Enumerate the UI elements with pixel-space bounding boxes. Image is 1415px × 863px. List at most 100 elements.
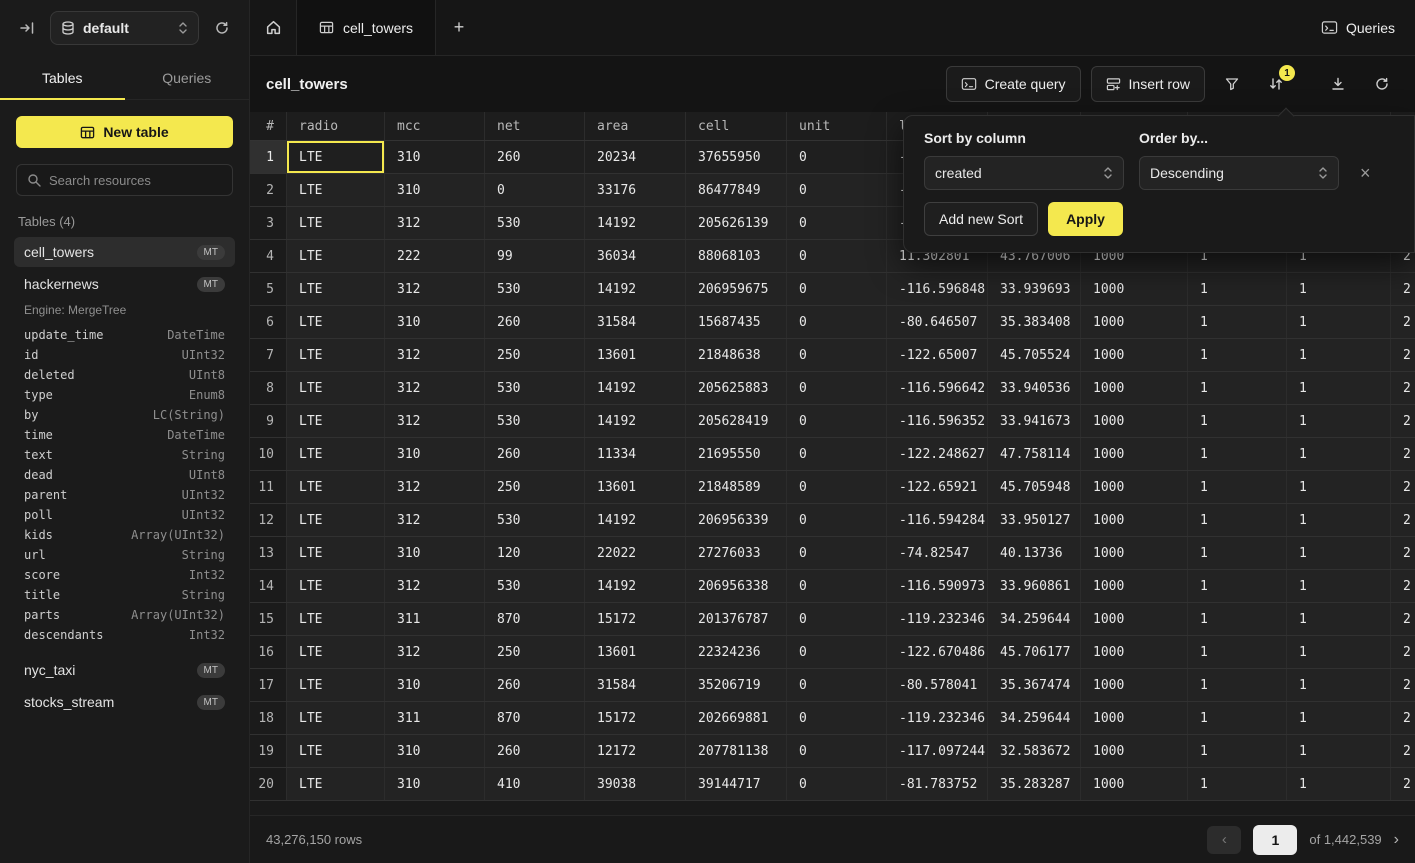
table-cell[interactable]: 206956338 bbox=[686, 570, 787, 602]
table-cell[interactable]: 2 bbox=[1391, 273, 1415, 305]
table-cell[interactable]: 33176 bbox=[585, 174, 686, 206]
table-cell[interactable]: 2 bbox=[1391, 405, 1415, 437]
table-cell[interactable]: 310 bbox=[385, 174, 485, 206]
table-cell[interactable]: 1000 bbox=[1081, 339, 1188, 371]
table-cell[interactable]: 34.259644 bbox=[988, 603, 1081, 635]
next-page-button[interactable]: › bbox=[1394, 831, 1399, 849]
table-cell[interactable]: 1 bbox=[1287, 702, 1391, 734]
table-cell[interactable]: 1 bbox=[1188, 570, 1287, 602]
table-cell[interactable]: 35.283287 bbox=[988, 768, 1081, 800]
table-cell[interactable]: 0 bbox=[787, 273, 887, 305]
table-cell[interactable]: 1000 bbox=[1081, 669, 1188, 701]
table-cell[interactable]: 14192 bbox=[585, 504, 686, 536]
table-cell[interactable]: 1 bbox=[1287, 768, 1391, 800]
table-cell[interactable]: 11334 bbox=[585, 438, 686, 470]
table-cell[interactable]: 0 bbox=[787, 471, 887, 503]
table-cell[interactable]: 312 bbox=[385, 273, 485, 305]
table-cell[interactable]: 1 bbox=[1188, 438, 1287, 470]
table-cell[interactable]: 222 bbox=[385, 240, 485, 272]
table-cell[interactable]: 120 bbox=[485, 537, 585, 569]
sidebar-table-item[interactable]: cell_towersMT bbox=[14, 237, 235, 267]
table-cell[interactable]: 530 bbox=[485, 570, 585, 602]
table-cell[interactable]: LTE bbox=[287, 438, 385, 470]
queries-button[interactable]: Queries bbox=[1321, 20, 1395, 36]
table-cell[interactable]: 1 bbox=[1188, 768, 1287, 800]
table-cell[interactable]: 1000 bbox=[1081, 570, 1188, 602]
table-cell[interactable]: 21848638 bbox=[686, 339, 787, 371]
table-cell[interactable]: 202669881 bbox=[686, 702, 787, 734]
table-cell[interactable]: LTE bbox=[287, 636, 385, 668]
table-cell[interactable]: 35206719 bbox=[686, 669, 787, 701]
table-cell[interactable]: 36034 bbox=[585, 240, 686, 272]
table-cell[interactable]: 310 bbox=[385, 306, 485, 338]
table-cell[interactable]: 0 bbox=[787, 339, 887, 371]
table-cell[interactable]: 310 bbox=[385, 438, 485, 470]
table-cell[interactable]: 530 bbox=[485, 372, 585, 404]
table-cell[interactable]: 250 bbox=[485, 339, 585, 371]
table-cell[interactable]: 260 bbox=[485, 669, 585, 701]
column-header-net[interactable]: net bbox=[485, 112, 585, 140]
table-cell[interactable]: 47.758114 bbox=[988, 438, 1081, 470]
table-cell[interactable]: -122.248627 bbox=[887, 438, 988, 470]
table-cell[interactable]: 14192 bbox=[585, 405, 686, 437]
table-cell[interactable]: 0 bbox=[787, 306, 887, 338]
column-header-cell[interactable]: cell bbox=[686, 112, 787, 140]
table-cell[interactable]: 0 bbox=[787, 372, 887, 404]
table-cell[interactable]: 15172 bbox=[585, 603, 686, 635]
table-cell[interactable]: 0 bbox=[787, 207, 887, 239]
table-cell[interactable]: LTE bbox=[287, 570, 385, 602]
table-cell[interactable]: -117.097244 bbox=[887, 735, 988, 767]
table-cell[interactable]: -81.783752 bbox=[887, 768, 988, 800]
table-cell[interactable]: 1000 bbox=[1081, 702, 1188, 734]
sort-order-select[interactable]: Descending bbox=[1139, 156, 1339, 190]
remove-sort-button[interactable]: × bbox=[1354, 163, 1377, 184]
table-cell[interactable]: 34.259644 bbox=[988, 702, 1081, 734]
table-cell[interactable]: 250 bbox=[485, 636, 585, 668]
sidebar-table-item[interactable]: hackernewsMT bbox=[14, 269, 235, 299]
table-cell[interactable]: 206959675 bbox=[686, 273, 787, 305]
table-cell[interactable]: 312 bbox=[385, 207, 485, 239]
table-cell[interactable]: 1 bbox=[1188, 669, 1287, 701]
add-new-sort-button[interactable]: Add new Sort bbox=[924, 202, 1038, 236]
table-cell[interactable]: -116.596642 bbox=[887, 372, 988, 404]
table-cell[interactable]: 1 bbox=[1188, 636, 1287, 668]
table-cell[interactable]: 14192 bbox=[585, 570, 686, 602]
table-cell[interactable]: 310 bbox=[385, 669, 485, 701]
new-tab-button[interactable]: + bbox=[436, 0, 482, 55]
table-cell[interactable]: 1 bbox=[1287, 636, 1391, 668]
table-cell[interactable]: 1 bbox=[1188, 405, 1287, 437]
table-cell[interactable]: 1 bbox=[1188, 306, 1287, 338]
table-cell[interactable]: 312 bbox=[385, 471, 485, 503]
database-selector[interactable]: default bbox=[50, 11, 199, 45]
table-cell[interactable]: 207781138 bbox=[686, 735, 787, 767]
table-cell[interactable]: -122.65921 bbox=[887, 471, 988, 503]
table-cell[interactable]: 1 bbox=[1287, 306, 1391, 338]
table-cell[interactable]: 33.940536 bbox=[988, 372, 1081, 404]
table-cell[interactable]: 1 bbox=[1188, 537, 1287, 569]
table-cell[interactable]: 1 bbox=[1287, 471, 1391, 503]
table-cell[interactable]: 1 bbox=[1188, 339, 1287, 371]
insert-row-button[interactable]: Insert row bbox=[1091, 66, 1205, 102]
table-cell[interactable]: LTE bbox=[287, 669, 385, 701]
column-header-mcc[interactable]: mcc bbox=[385, 112, 485, 140]
column-header-area[interactable]: area bbox=[585, 112, 686, 140]
table-cell[interactable]: 31584 bbox=[585, 669, 686, 701]
table-cell[interactable]: 1 bbox=[1188, 735, 1287, 767]
column-header-rownum[interactable]: # bbox=[250, 112, 287, 140]
table-cell[interactable]: 0 bbox=[787, 669, 887, 701]
page-number-input[interactable] bbox=[1253, 825, 1297, 855]
table-cell[interactable]: 1 bbox=[1287, 273, 1391, 305]
table-cell[interactable]: 12172 bbox=[585, 735, 686, 767]
prev-page-button[interactable]: ‹ bbox=[1207, 826, 1241, 854]
table-cell[interactable]: 0 bbox=[787, 537, 887, 569]
table-cell[interactable]: 0 bbox=[787, 636, 887, 668]
table-cell[interactable]: 31584 bbox=[585, 306, 686, 338]
table-cell[interactable]: 530 bbox=[485, 405, 585, 437]
table-cell[interactable]: 13601 bbox=[585, 471, 686, 503]
new-table-button[interactable]: New table bbox=[16, 116, 233, 148]
search-input[interactable] bbox=[49, 173, 222, 188]
table-cell[interactable]: 870 bbox=[485, 603, 585, 635]
table-cell[interactable]: 2 bbox=[1391, 339, 1415, 371]
sort-button[interactable]: 1 bbox=[1259, 67, 1293, 101]
table-cell[interactable]: 1 bbox=[1287, 669, 1391, 701]
